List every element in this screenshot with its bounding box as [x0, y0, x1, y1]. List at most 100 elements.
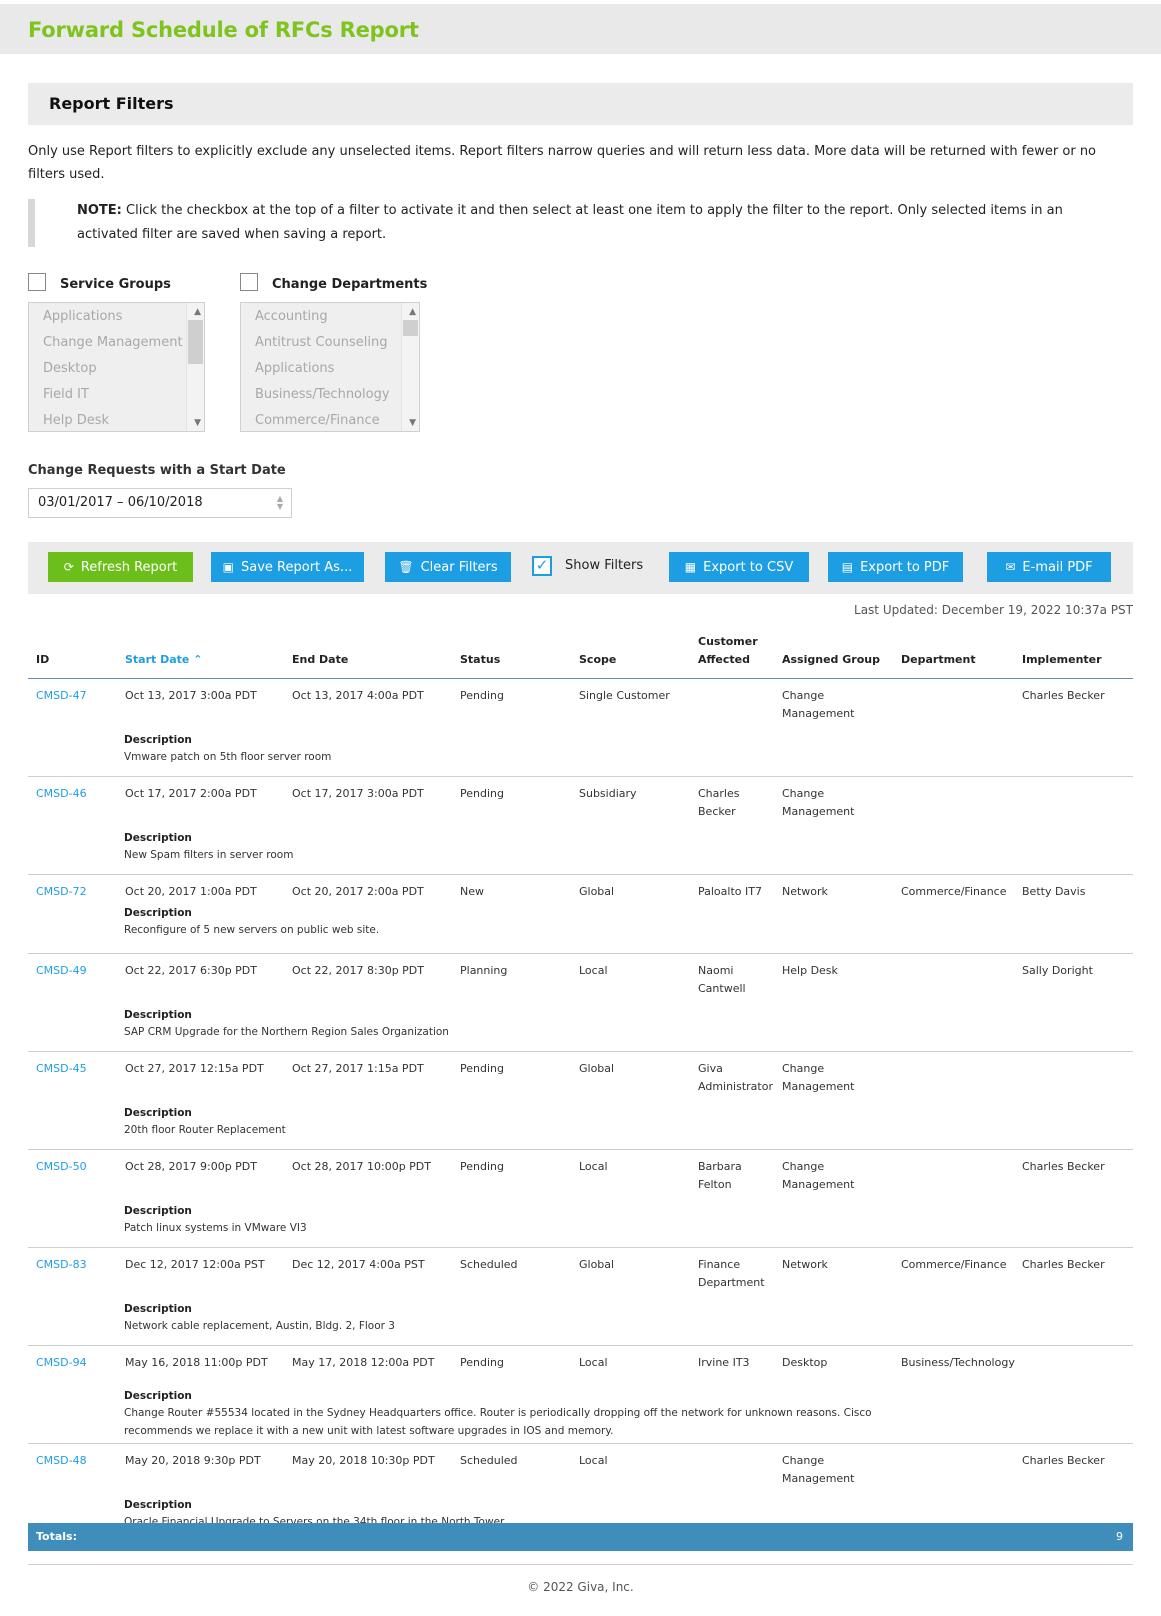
- list-item[interactable]: Commerce/Finance: [241, 408, 419, 431]
- cell-start-date: Oct 27, 2017 12:15a PDT: [125, 1062, 264, 1075]
- description-text: Patch linux systems in VMware VI3: [124, 1222, 307, 1234]
- list-item[interactable]: Field IT: [29, 382, 204, 408]
- change-departments-checkbox[interactable]: [240, 273, 258, 291]
- cell-id[interactable]: CMSD-48: [36, 1452, 116, 1470]
- start-date-label: Change Requests with a Start Date: [28, 463, 286, 478]
- description-label: Description: [124, 1390, 192, 1402]
- cell-assigned-group: Change Management: [782, 1062, 855, 1093]
- save-report-button[interactable]: ▣ Save Report As...: [211, 552, 364, 582]
- service-groups-list[interactable]: Applications Change Management Desktop F…: [28, 302, 205, 432]
- cell-status: Pending: [460, 1160, 504, 1173]
- cell-id[interactable]: CMSD-83: [36, 1256, 116, 1274]
- cell-scope: Single Customer: [579, 689, 670, 702]
- note-label: NOTE:: [77, 203, 122, 218]
- cell-scope: Global: [579, 885, 615, 898]
- list-item[interactable]: Desktop: [29, 356, 204, 382]
- col-customer-label-1: Customer: [698, 635, 758, 648]
- totals-row: Totals: 9: [28, 1523, 1133, 1551]
- description-text: Change Router #55534 located in the Sydn…: [124, 1407, 872, 1437]
- cell-end-date: Oct 13, 2017 4:00a PDT: [292, 689, 424, 702]
- description-label: Description: [124, 1107, 192, 1119]
- cell-start-date: Oct 20, 2017 1:00a PDT: [125, 885, 257, 898]
- table-body: CMSD-47 Oct 13, 2017 3:00a PDT Oct 13, 201…: [28, 679, 1133, 1542]
- list-item[interactable]: Antitrust Counseling: [241, 330, 419, 356]
- scrollbar[interactable]: ▲ ▼: [401, 303, 419, 431]
- cell-id[interactable]: CMSD-72: [36, 883, 116, 901]
- cell-id[interactable]: CMSD-46: [36, 785, 116, 803]
- description-text: Network cable replacement, Austin, Bldg.…: [124, 1320, 395, 1332]
- scrollbar[interactable]: ▲ ▼: [186, 303, 204, 431]
- scroll-thumb[interactable]: [188, 320, 203, 364]
- description-text: Vmware patch on 5th floor server room: [124, 751, 332, 763]
- scroll-thumb[interactable]: [403, 320, 418, 336]
- cell-assigned-group: Change Management: [782, 787, 855, 818]
- description-text: Reconfigure of 5 new servers on public w…: [124, 924, 380, 936]
- cell-customer-affected: Naomi Cantwell: [698, 964, 746, 995]
- export-pdf-button[interactable]: ▤ Export to PDF: [828, 552, 963, 582]
- cell-id[interactable]: CMSD-47: [36, 687, 116, 705]
- trash-icon: 🗑: [398, 560, 414, 574]
- cell-scope: Local: [579, 1356, 608, 1369]
- cell-id[interactable]: CMSD-45: [36, 1060, 116, 1078]
- service-groups-checkbox[interactable]: [28, 273, 46, 291]
- table-row: CMSD-49 Oct 22, 2017 6:30p PDT Oct 22, 201…: [28, 954, 1133, 1052]
- export-csv-label: Export to CSV: [703, 560, 794, 575]
- col-assigned-group[interactable]: Assigned Group: [782, 651, 880, 669]
- cell-id[interactable]: CMSD-50: [36, 1158, 116, 1176]
- col-customer-affected[interactable]: Customer Affected: [698, 633, 758, 669]
- cell-assigned-group: Change Management: [782, 689, 855, 720]
- cell-scope: Local: [579, 1454, 608, 1467]
- cell-department: Commerce/Finance: [901, 885, 1007, 898]
- list-item[interactable]: Business/Technology: [241, 382, 419, 408]
- col-scope[interactable]: Scope: [579, 651, 616, 669]
- scroll-up-icon[interactable]: ▲: [194, 306, 201, 318]
- description-label: Description: [124, 907, 192, 919]
- envelope-icon: ✉: [1005, 560, 1016, 574]
- scroll-down-icon[interactable]: ▼: [409, 417, 416, 429]
- scroll-up-icon[interactable]: ▲: [409, 306, 416, 318]
- col-end-date[interactable]: End Date: [292, 651, 348, 669]
- cell-scope: Global: [579, 1062, 615, 1075]
- list-item[interactable]: Help Desk: [29, 408, 204, 431]
- sort-asc-icon: ⌃: [193, 653, 203, 666]
- cell-department: Commerce/Finance: [901, 1258, 1007, 1271]
- totals-label: Totals:: [36, 1530, 77, 1543]
- export-csv-button[interactable]: ▦ Export to CSV: [669, 552, 809, 582]
- cell-implementer: Charles Becker: [1022, 1258, 1105, 1271]
- cell-end-date: Oct 17, 2017 3:00a PDT: [292, 787, 424, 800]
- clear-label: Clear Filters: [420, 560, 498, 575]
- date-range-input[interactable]: 03/01/2017 – 06/10/2018 ▲ ▼: [28, 488, 292, 518]
- list-item[interactable]: Applications: [241, 356, 419, 382]
- cell-assigned-group: Change Management: [782, 1454, 855, 1485]
- col-status[interactable]: Status: [460, 651, 500, 669]
- col-id[interactable]: ID: [36, 651, 49, 669]
- description-text: SAP CRM Upgrade for the Northern Region …: [124, 1026, 449, 1038]
- email-pdf-button[interactable]: ✉ E-mail PDF: [987, 552, 1111, 582]
- table-row: CMSD-45 Oct 27, 2017 12:15a PDT Oct 27, 20…: [28, 1052, 1133, 1150]
- refresh-report-button[interactable]: ⟳ Refresh Report: [48, 552, 193, 582]
- cell-id[interactable]: CMSD-94: [36, 1354, 116, 1372]
- list-item[interactable]: Applications: [29, 304, 204, 330]
- date-range-value: 03/01/2017 – 06/10/2018: [38, 495, 203, 510]
- report-filters-header: Report Filters: [28, 83, 1133, 125]
- spinner-icon[interactable]: ▲ ▼: [277, 495, 283, 511]
- cell-start-date: Dec 12, 2017 12:00a PST: [125, 1258, 265, 1271]
- table-row: CMSD-47 Oct 13, 2017 3:00a PDT Oct 13, 201…: [28, 679, 1133, 777]
- cell-status: Scheduled: [460, 1258, 518, 1271]
- table-row: CMSD-46 Oct 17, 2017 2:00a PDT Oct 17, 201…: [28, 777, 1133, 875]
- show-filters-checkbox[interactable]: ✓: [532, 556, 552, 576]
- col-start-date[interactable]: Start Date ⌃: [125, 651, 202, 669]
- cell-customer-affected: Charles Becker: [698, 787, 740, 818]
- change-departments-label: Change Departments: [272, 277, 428, 292]
- cell-scope: Subsidiary: [579, 787, 637, 800]
- change-departments-list[interactable]: Accounting Antitrust Counseling Applicat…: [240, 302, 420, 432]
- footer-copyright: © 2022 Giva, Inc.: [527, 1580, 634, 1594]
- scroll-down-icon[interactable]: ▼: [194, 417, 201, 429]
- list-item[interactable]: Change Management: [29, 330, 204, 356]
- clear-filters-button[interactable]: 🗑 Clear Filters: [385, 552, 511, 582]
- description-label: Description: [124, 1009, 192, 1021]
- col-department[interactable]: Department: [901, 651, 976, 669]
- col-implementer[interactable]: Implementer: [1022, 651, 1102, 669]
- cell-id[interactable]: CMSD-49: [36, 962, 116, 980]
- list-item[interactable]: Accounting: [241, 304, 419, 330]
